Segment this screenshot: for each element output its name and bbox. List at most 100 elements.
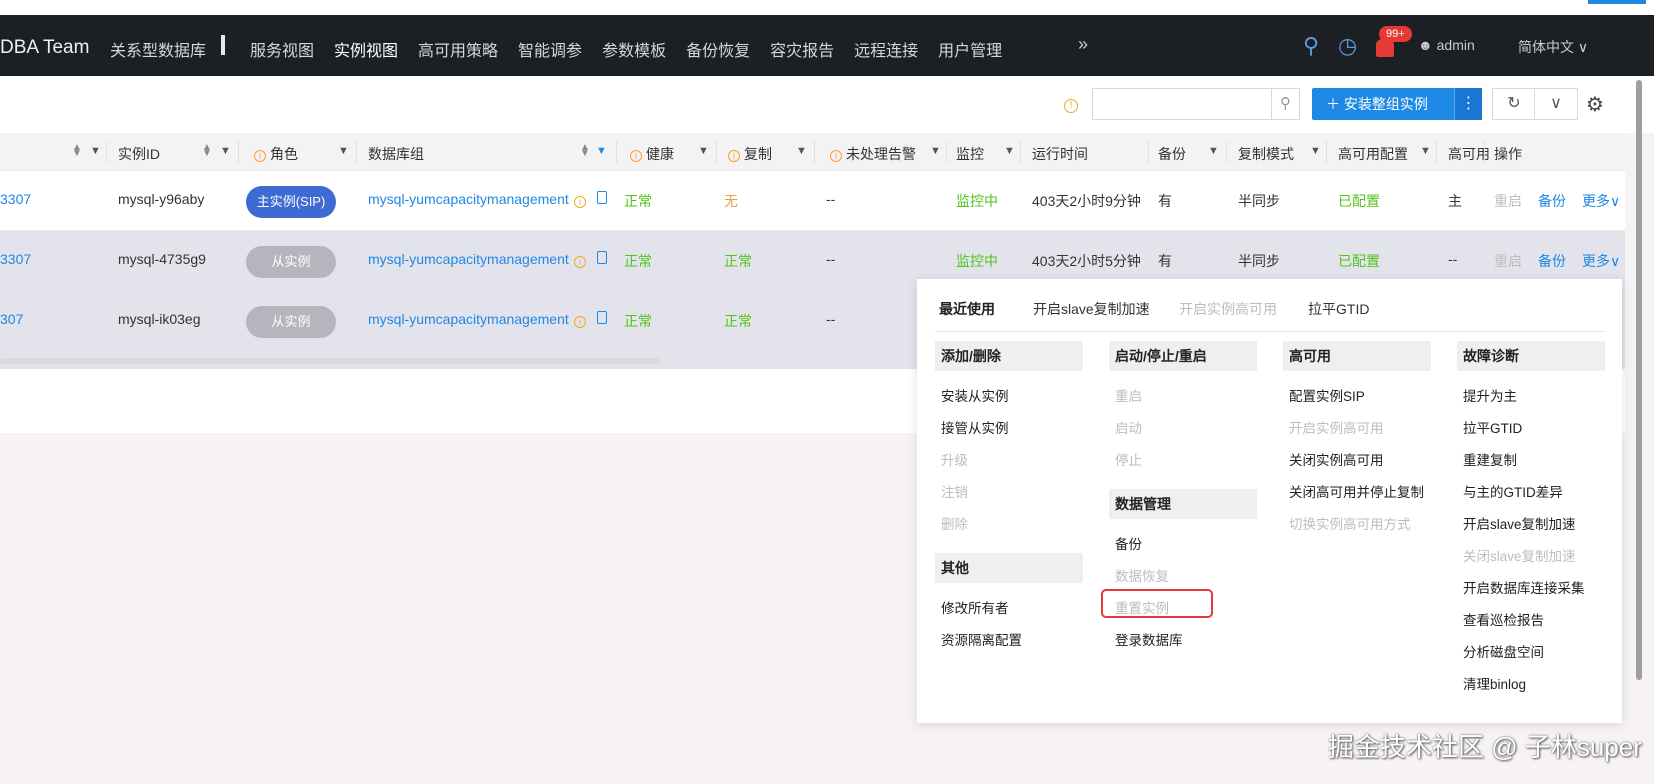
menu-item[interactable]: 备份 xyxy=(1115,533,1142,553)
row-db-group[interactable]: mysql-yumcapacitymanagement xyxy=(368,191,569,207)
row-instance-id: mysql-4735g9 xyxy=(118,251,206,267)
menu-divider xyxy=(935,331,1605,332)
search-button-icon[interactable]: ⚲ xyxy=(1272,88,1300,120)
notification-badge: 99+ xyxy=(1379,26,1412,42)
install-more-icon[interactable]: ⋮ xyxy=(1454,88,1482,120)
copy-icon[interactable] xyxy=(597,251,607,264)
row-port[interactable]: 307 xyxy=(0,311,23,327)
nav-item-backup-restore[interactable]: 备份恢复 xyxy=(686,37,750,61)
col-separator xyxy=(356,141,357,163)
menu-item[interactable]: 启动 xyxy=(1115,417,1142,437)
recent-item[interactable]: 开启实例高可用 xyxy=(1179,299,1277,319)
col-separator xyxy=(1020,141,1021,163)
menu-item[interactable]: 开启slave复制加速 xyxy=(1463,513,1576,533)
menu-item[interactable]: 数据恢复 xyxy=(1115,565,1169,585)
filter-icon[interactable]: ▼ xyxy=(698,145,709,157)
recent-item[interactable]: 拉平GTID xyxy=(1308,299,1369,319)
nav-menu: 服务视图 实例视图 高可用策略 智能调参 参数模板 备份恢复 容灾报告 远程连接… xyxy=(250,37,1022,61)
row-db-group[interactable]: mysql-yumcapacitymanagement xyxy=(368,311,569,327)
language-select[interactable]: 简体中文 ∨ xyxy=(1518,37,1588,57)
nav-item-param-template[interactable]: 参数模板 xyxy=(602,37,666,61)
menu-item[interactable]: 关闭slave复制加速 xyxy=(1463,545,1576,565)
row-db-group[interactable]: mysql-yumcapacitymanagement xyxy=(368,251,569,267)
filter-icon[interactable]: ▼ xyxy=(338,145,349,157)
nav-item-tuning[interactable]: 智能调参 xyxy=(518,37,582,61)
refresh-button[interactable]: ↻ xyxy=(1492,88,1536,120)
filter-icon[interactable]: ▼ xyxy=(1004,145,1015,157)
th-uptime: 运行时间 xyxy=(1032,146,1088,162)
gear-icon[interactable]: ⚙ xyxy=(1586,92,1604,117)
nav-item-instance-view[interactable]: 实例视图 xyxy=(334,37,398,61)
menu-item[interactable]: 与主的GTID差异 xyxy=(1463,481,1563,501)
row-port[interactable]: 3307 xyxy=(0,191,31,207)
nav-item-user-mgmt[interactable]: 用户管理 xyxy=(938,37,1002,61)
row-more-link[interactable]: 更多∨ xyxy=(1582,251,1620,271)
menu-item[interactable]: 关闭实例高可用 xyxy=(1289,449,1384,469)
sort-icon[interactable]: ▲ ▼ xyxy=(202,143,212,159)
row-alarm: -- xyxy=(826,311,836,327)
collapse-button[interactable]: ∨ xyxy=(1534,88,1578,120)
nav-item-remote-connect[interactable]: 远程连接 xyxy=(854,37,918,61)
user-menu[interactable]: ☻ admin xyxy=(1418,37,1475,53)
filter-active-icon[interactable]: ▼ xyxy=(596,145,607,157)
filter-icon[interactable]: ▼ xyxy=(796,145,807,157)
menu-item[interactable]: 登录数据库 xyxy=(1115,629,1183,649)
sort-icon[interactable]: ▲ ▼ xyxy=(72,143,82,159)
filter-icon[interactable]: ▼ xyxy=(1310,145,1321,157)
menu-item[interactable]: 修改所有者 xyxy=(941,597,1009,617)
filter-icon[interactable]: ▼ xyxy=(1208,145,1219,157)
row-more-link[interactable]: 更多∨ xyxy=(1582,191,1620,211)
info-icon: i xyxy=(574,192,590,208)
menu-item[interactable]: 查看巡检报告 xyxy=(1463,609,1544,629)
menu-item[interactable]: 安装从实例 xyxy=(941,385,1009,405)
nav-item-service-view[interactable]: 服务视图 xyxy=(250,37,314,61)
row-backup-link[interactable]: 备份 xyxy=(1538,191,1566,211)
menu-item[interactable]: 拉平GTID xyxy=(1463,417,1522,437)
row-alarm: -- xyxy=(826,251,836,267)
nav-relational-db[interactable]: 关系型数据库 xyxy=(110,37,206,61)
row-restart-link[interactable]: 重启 xyxy=(1494,251,1522,271)
row-monitor: 监控中 xyxy=(956,193,998,209)
menu-item[interactable]: 资源隔离配置 xyxy=(941,629,1022,649)
menu-item[interactable]: 提升为主 xyxy=(1463,385,1517,405)
menu-item[interactable]: 开启数据库连接采集 xyxy=(1463,577,1585,597)
sort-icon[interactable]: ▲ ▼ xyxy=(580,143,590,159)
nav-item-ha-policy[interactable]: 高可用策略 xyxy=(418,37,498,61)
filter-icon[interactable]: ▼ xyxy=(90,145,101,157)
section-diagnosis: 故障诊断 xyxy=(1457,341,1605,371)
horizontal-scrollbar[interactable] xyxy=(0,358,660,364)
copy-icon[interactable] xyxy=(597,191,607,204)
copy-icon[interactable] xyxy=(597,311,607,324)
search-input[interactable] xyxy=(1092,88,1272,120)
clock-icon[interactable]: ◷ xyxy=(1338,33,1357,59)
menu-item[interactable]: 删除 xyxy=(941,513,968,533)
menu-item[interactable]: 升级 xyxy=(941,449,968,469)
search-icon[interactable]: ⚲ xyxy=(1303,33,1319,59)
menu-item[interactable]: 注销 xyxy=(941,481,968,501)
menu-item[interactable]: 重建复制 xyxy=(1463,449,1517,469)
recent-item[interactable]: 开启slave复制加速 xyxy=(1033,299,1150,319)
row-backup-link[interactable]: 备份 xyxy=(1538,251,1566,271)
menu-item[interactable]: 接管从实例 xyxy=(941,417,1009,437)
role-badge: 主实例(SIP) xyxy=(246,186,336,218)
nav-more-icon[interactable]: » xyxy=(1078,34,1088,55)
col-separator xyxy=(1226,141,1227,163)
row-restart-link[interactable]: 重启 xyxy=(1494,191,1522,211)
col-separator xyxy=(716,141,717,163)
row-port[interactable]: 3307 xyxy=(0,251,31,267)
menu-item[interactable]: 关闭高可用并停止复制 xyxy=(1289,481,1424,501)
menu-item[interactable]: 分析磁盘空间 xyxy=(1463,641,1544,661)
menu-item[interactable]: 清理binlog xyxy=(1463,673,1526,693)
menu-item[interactable]: 开启实例高可用 xyxy=(1289,417,1384,437)
th-backup: 备份 xyxy=(1158,146,1186,162)
menu-item[interactable]: 停止 xyxy=(1115,449,1142,469)
nav-item-dr-report[interactable]: 容灾报告 xyxy=(770,37,834,61)
menu-item[interactable]: 配置实例SIP xyxy=(1289,385,1365,405)
filter-icon[interactable]: ▼ xyxy=(930,145,941,157)
filter-icon[interactable]: ▼ xyxy=(1420,145,1431,157)
menu-item[interactable]: 切换实例高可用方式 xyxy=(1289,513,1411,533)
menu-item[interactable]: 重启 xyxy=(1115,385,1142,405)
install-group-button[interactable]: ＋ 安装整组实例 xyxy=(1312,88,1460,120)
vertical-scrollbar[interactable] xyxy=(1636,80,1642,680)
filter-icon[interactable]: ▼ xyxy=(220,145,231,157)
